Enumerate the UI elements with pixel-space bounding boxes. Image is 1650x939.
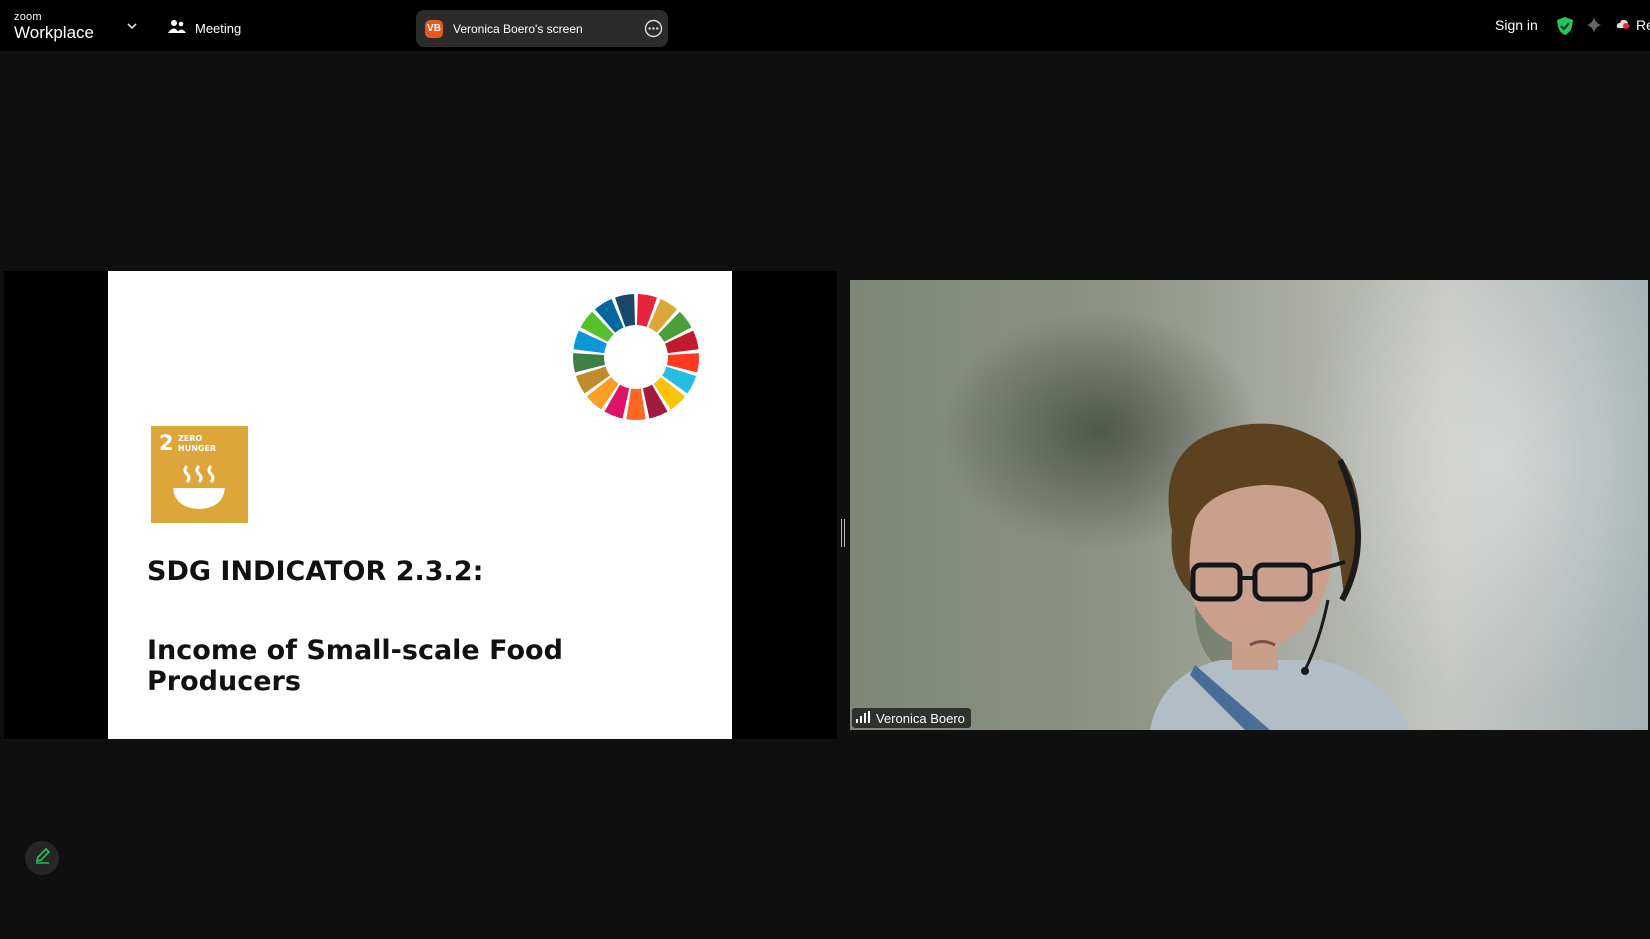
sdg-wheel-segment — [626, 388, 646, 420]
slide-heading: SDG INDICATOR 2.3.2: — [147, 556, 484, 587]
screen-share-pill[interactable]: VB Veronica Boero's screen — [416, 10, 668, 47]
signal-bars-icon — [856, 710, 870, 726]
shared-screen-tile[interactable]: 2 ZERO HUNGER SDG INDICATOR 2.3.2: Incom… — [4, 271, 837, 739]
share-pill-label: Veronica Boero's screen — [453, 21, 583, 36]
meeting-label: Meeting — [195, 21, 242, 36]
participant-video-tile[interactable]: Veronica Boero — [850, 280, 1648, 730]
zero-hunger-goal-tile: 2 ZERO HUNGER — [151, 426, 248, 523]
record-button[interactable]: Re — [1616, 17, 1650, 33]
participant-name-tag: Veronica Boero — [852, 708, 971, 728]
goal-title-line-1: ZERO — [178, 434, 203, 443]
pencil-icon — [34, 847, 51, 869]
goal-number: 2 — [159, 431, 174, 455]
participant-video-image — [1150, 423, 1410, 730]
sdg-wheel-logo — [573, 294, 699, 420]
goal-title: ZERO HUNGER — [178, 434, 216, 454]
goal-title-line-2: HUNGER — [178, 444, 217, 453]
shield-check-icon[interactable] — [1556, 16, 1574, 41]
chevron-down-icon[interactable] — [126, 19, 138, 37]
logo-big-text: Workplace — [14, 23, 94, 42]
sparkle-icon[interactable] — [1586, 16, 1604, 39]
zoom-workplace-logo: zoom Workplace — [14, 11, 94, 42]
meeting-menu[interactable]: Meeting — [168, 19, 241, 38]
participant-name: Veronica Boero — [876, 710, 965, 726]
logo-small-text: zoom — [14, 11, 42, 23]
presentation-slide: 2 ZERO HUNGER SDG INDICATOR 2.3.2: Incom… — [108, 271, 732, 739]
presenter-avatar: VB — [425, 19, 443, 38]
cloud-record-icon — [1616, 17, 1630, 33]
record-label: Re — [1636, 17, 1650, 33]
more-options-icon[interactable] — [644, 19, 663, 43]
top-bar: zoom Workplace Meeting VB Veronica Boero… — [0, 0, 1650, 51]
slide-subheading: Income of Small-scale Food Producers — [147, 635, 563, 697]
split-view-divider[interactable] — [841, 519, 845, 547]
sign-in-link[interactable]: Sign in — [1495, 17, 1538, 33]
annotate-button[interactable] — [25, 841, 59, 875]
meeting-people-icon — [168, 19, 186, 38]
bowl-icon — [171, 462, 227, 518]
